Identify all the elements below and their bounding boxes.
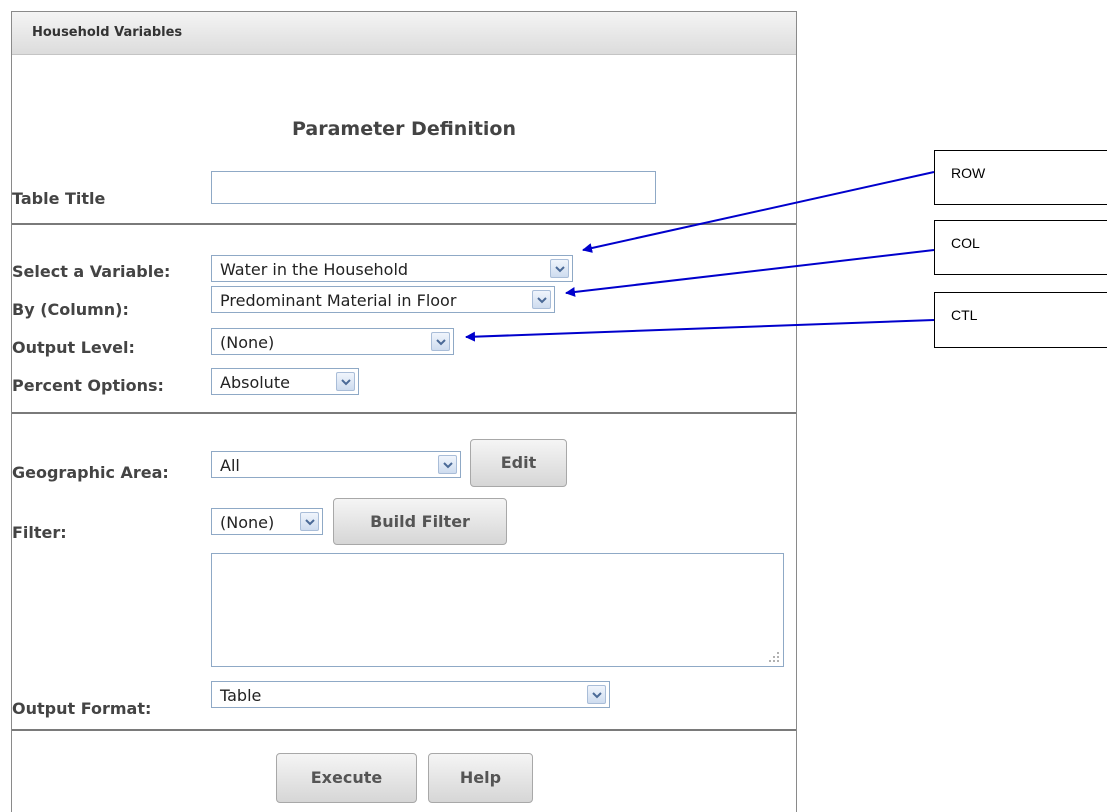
ctl-arrow [465, 319, 935, 342]
annotation-arrows [465, 171, 935, 342]
col-arrow [565, 249, 935, 297]
row-arrow [582, 171, 935, 253]
